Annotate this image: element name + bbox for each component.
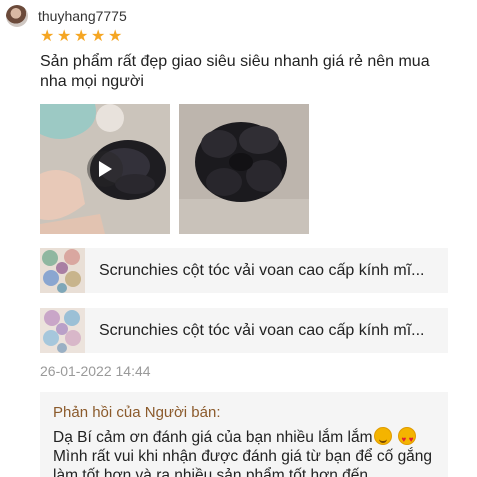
- review-photo-thumbnail[interactable]: [179, 104, 309, 234]
- scrunchie-photo: [179, 104, 309, 234]
- product-link[interactable]: Scrunchies cột tóc vải voan cao cấp kính…: [40, 248, 448, 293]
- seller-reply: Phản hồi của Người bán: Dạ Bí cảm ơn đán…: [40, 392, 448, 477]
- smiling-face-with-hearts-icon: [374, 427, 393, 445]
- star-icon: ★: [91, 26, 106, 45]
- review-video-thumbnail[interactable]: [40, 104, 170, 234]
- review-text: Sản phẩm rất đẹp giao siêu siêu nhanh gi…: [40, 53, 430, 90]
- rating-stars: ★ ★ ★ ★ ★: [40, 26, 123, 45]
- product-thumbnail: [40, 248, 85, 293]
- play-button[interactable]: [87, 151, 123, 187]
- star-icon: ★: [57, 26, 72, 45]
- seller-reply-title: Phản hồi của Người bán:: [53, 404, 221, 421]
- review-header: thuyhang7775: [6, 4, 127, 28]
- product-name: Scrunchies cột tóc vải voan cao cấp kính…: [99, 261, 425, 279]
- review-date: 26-01-2022 14:44: [40, 363, 151, 379]
- star-icon: ★: [74, 26, 89, 45]
- seller-reply-line: Mình rất vui khi nhận được đánh giá từ b…: [53, 448, 433, 477]
- play-icon: [99, 161, 112, 177]
- star-icon: ★: [108, 26, 123, 45]
- username[interactable]: thuyhang7775: [38, 8, 127, 24]
- seller-reply-line: Dạ Bí cảm ơn đánh giá của bạn nhiều lắm …: [53, 429, 373, 446]
- seller-reply-text: Dạ Bí cảm ơn đánh giá của bạn nhiều lắm …: [53, 427, 435, 477]
- product-thumbnail: [40, 308, 85, 353]
- avatar[interactable]: [6, 5, 28, 27]
- heart-eyes-icon: [398, 427, 417, 449]
- star-icon: ★: [40, 26, 55, 45]
- product-link[interactable]: Scrunchies cột tóc vải voan cao cấp kính…: [40, 308, 448, 353]
- product-name: Scrunchies cột tóc vải voan cao cấp kính…: [99, 321, 425, 339]
